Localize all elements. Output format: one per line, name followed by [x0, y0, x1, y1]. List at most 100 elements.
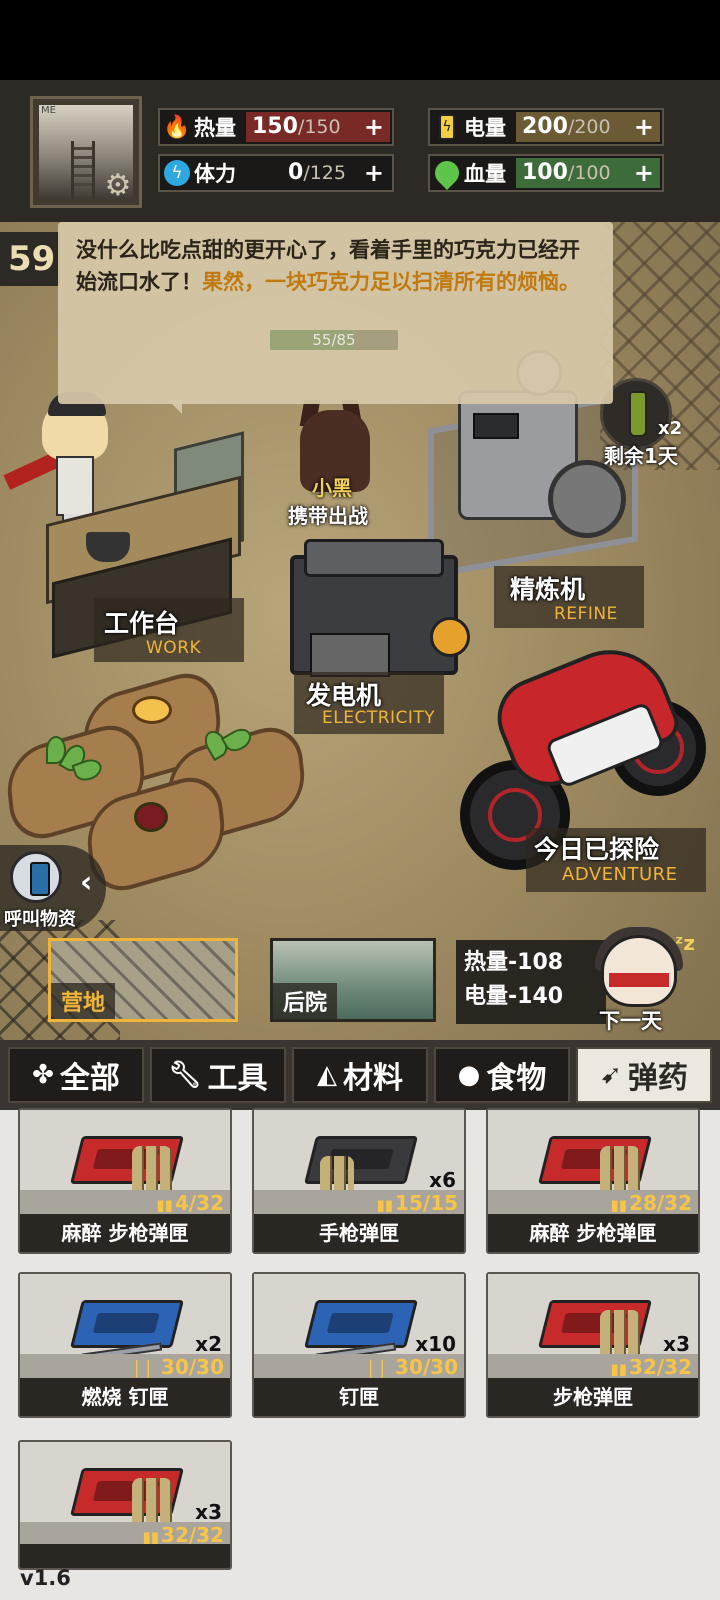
- item-ammo: ▏▏ 30/30: [135, 1355, 224, 1379]
- inventory-item[interactable]: x3 ▮▮ 32/32: [18, 1440, 232, 1570]
- material-icon: ◭: [317, 1060, 337, 1090]
- add-health-button[interactable]: +: [634, 156, 654, 190]
- add-stamina-button[interactable]: +: [364, 156, 384, 190]
- stat-value: 200/200: [522, 114, 611, 139]
- health-drop-icon: [430, 156, 464, 190]
- inventory-item[interactable]: x10 ▏▏ 30/30 钉匣: [252, 1272, 466, 1418]
- nail-ammo-icon: ▏▏: [135, 1360, 160, 1378]
- call-supplies-button[interactable]: ‹ 呼叫物资: [0, 845, 106, 931]
- olive-oil-icon: [629, 391, 647, 437]
- bullet-icon: ➹: [600, 1060, 622, 1090]
- item-title: 步枪弹匣: [488, 1378, 698, 1416]
- daily-cost-summary: 热量-108 电量-140: [456, 940, 606, 1024]
- adventure-label-en: ADVENTURE: [562, 864, 678, 885]
- inventory-item[interactable]: ▮▮ 4/32 麻醉 步枪弹匣: [18, 1108, 232, 1254]
- stat-label: 电量: [464, 116, 506, 140]
- inventory-grid: ▮▮ 4/32 麻醉 步枪弹匣 x6 ▮▮ 15/15 手枪弹匣 ▮▮ 28/32 麻…: [0, 1108, 720, 1600]
- sleeping-character-band: [609, 973, 669, 987]
- location-camp-label: 营地: [51, 983, 116, 1019]
- add-heat-button[interactable]: +: [364, 110, 384, 144]
- generator-top: [304, 539, 444, 577]
- stat-power[interactable]: ϟ 电量 200/200 +: [428, 108, 664, 146]
- ammo-icon: ▮▮: [610, 1360, 628, 1378]
- tab-materials[interactable]: ◭ 材料: [292, 1047, 428, 1103]
- item-ammo: ▏▏ 30/30: [369, 1355, 458, 1379]
- dialog-progress-text: 55/85: [312, 331, 356, 349]
- dialog-progress: 55/85: [270, 330, 398, 350]
- oil-remaining-days: 剩余1天: [604, 444, 678, 468]
- tab-label: 全部: [59, 1061, 120, 1096]
- bullets-icon: [600, 1310, 640, 1360]
- nail-box-icon: [70, 1300, 184, 1348]
- item-count: x6: [429, 1168, 456, 1192]
- stat-label: 热量: [194, 116, 236, 140]
- add-power-button[interactable]: +: [634, 110, 654, 144]
- adventure-label[interactable]: 今日已探险: [534, 830, 659, 866]
- stat-label: 血量: [464, 162, 506, 186]
- player-header: ME ⚙ 🔥 热量 150/150 + ϟ 电量 200/200 + ϟ 体力 …: [0, 80, 720, 222]
- clover-icon: ✤: [32, 1060, 54, 1090]
- stat-value: 100/100: [522, 160, 611, 185]
- dog-name: 小黑: [312, 476, 352, 500]
- item-count: x3: [195, 1500, 222, 1524]
- stat-heat[interactable]: 🔥 热量 150/150 +: [158, 108, 394, 146]
- inventory-item[interactable]: x2 ▏▏ 30/30 燃烧 钉匣: [18, 1272, 232, 1418]
- avatar-caption: ME: [41, 105, 56, 116]
- drumstick-icon: ●: [457, 1060, 481, 1090]
- status-bar-area: [0, 0, 720, 80]
- ammo-icon: ▮▮: [376, 1196, 394, 1214]
- beet-crop: [134, 802, 168, 832]
- power-cost: 电量-140: [464, 984, 564, 1009]
- ammo-icon: ▮▮: [610, 1196, 628, 1214]
- bullets-icon: [132, 1146, 172, 1196]
- item-ammo: ▮▮ 28/32: [610, 1191, 692, 1215]
- dialog-text: 没什么比吃点甜的更开心了，看着手里的巧克力已经开始流口水了！果然，一块巧克力足以…: [76, 234, 595, 298]
- inventory-item[interactable]: x3 ▮▮ 32/32 步枪弹匣: [486, 1272, 700, 1418]
- dialog-text-highlight: 果然，一块巧克力足以扫清所有的烦恼。: [202, 270, 580, 294]
- inventory-item[interactable]: ▮▮ 28/32 麻醉 步枪弹匣: [486, 1108, 700, 1254]
- walkie-talkie-icon: [10, 851, 62, 903]
- stat-health[interactable]: 血量 100/100 +: [428, 154, 664, 192]
- next-day-label: 下一天: [599, 1009, 662, 1033]
- bullets-icon: [600, 1146, 640, 1196]
- heat-cost: 热量-108: [464, 950, 564, 975]
- location-camp-tab[interactable]: 营地: [48, 938, 238, 1022]
- item-ammo: ▮▮ 32/32: [610, 1355, 692, 1379]
- generator[interactable]: [290, 535, 470, 685]
- inventory-item[interactable]: x6 ▮▮ 15/15 手枪弹匣: [252, 1108, 466, 1254]
- tab-tools[interactable]: 🔧︎ 工具: [150, 1047, 286, 1103]
- tab-ammo[interactable]: ➹ 弹药: [576, 1047, 712, 1103]
- location-backyard-label: 后院: [273, 983, 338, 1019]
- tab-label: 弹药: [627, 1061, 688, 1096]
- item-ammo: ▮▮ 4/32: [156, 1191, 224, 1215]
- player-avatar[interactable]: ME ⚙: [30, 96, 142, 208]
- tab-label: 工具: [207, 1061, 268, 1096]
- gear-icon[interactable]: ⚙: [101, 169, 135, 203]
- nail-box-icon: [304, 1300, 418, 1348]
- dog-carry-label[interactable]: 携带出战: [288, 500, 368, 529]
- workbench-label[interactable]: 工作台: [104, 604, 179, 640]
- tab-all[interactable]: ✤ 全部: [8, 1047, 144, 1103]
- cooking-pot: [86, 532, 130, 562]
- refiner-wheel: [548, 460, 626, 538]
- stat-stamina[interactable]: ϟ 体力 0/125 +: [158, 154, 394, 192]
- sleeping-character-icon: [601, 935, 677, 1007]
- refiner-label[interactable]: 精炼机: [510, 570, 585, 606]
- wrench-icon: 🔧︎: [168, 1060, 202, 1090]
- item-title: 燃烧 钉匣: [20, 1378, 230, 1416]
- generator-label[interactable]: 发电机: [306, 676, 381, 712]
- item-ammo: ▮▮ 15/15: [376, 1191, 458, 1215]
- next-day-button[interactable]: ᶻz 下一天: [585, 925, 705, 1035]
- workbench-label-en: WORK: [146, 638, 202, 658]
- version-label: v1.6: [20, 1566, 71, 1590]
- flame-icon: 🔥: [163, 114, 191, 140]
- railroad-track: [71, 141, 95, 199]
- stat-label: 体力: [194, 162, 236, 186]
- oil-count: x2: [658, 418, 683, 439]
- dialog-bubble[interactable]: 没什么比吃点甜的更开心了，看着手里的巧克力已经开始流口水了！果然，一块巧克力足以…: [58, 222, 613, 414]
- generator-label-en: ELECTRICITY: [322, 708, 436, 728]
- tab-food[interactable]: ● 食物: [434, 1047, 570, 1103]
- location-backyard-tab[interactable]: 后院: [270, 938, 436, 1022]
- generator-panel: [310, 633, 390, 677]
- bullets-icon: [132, 1478, 172, 1528]
